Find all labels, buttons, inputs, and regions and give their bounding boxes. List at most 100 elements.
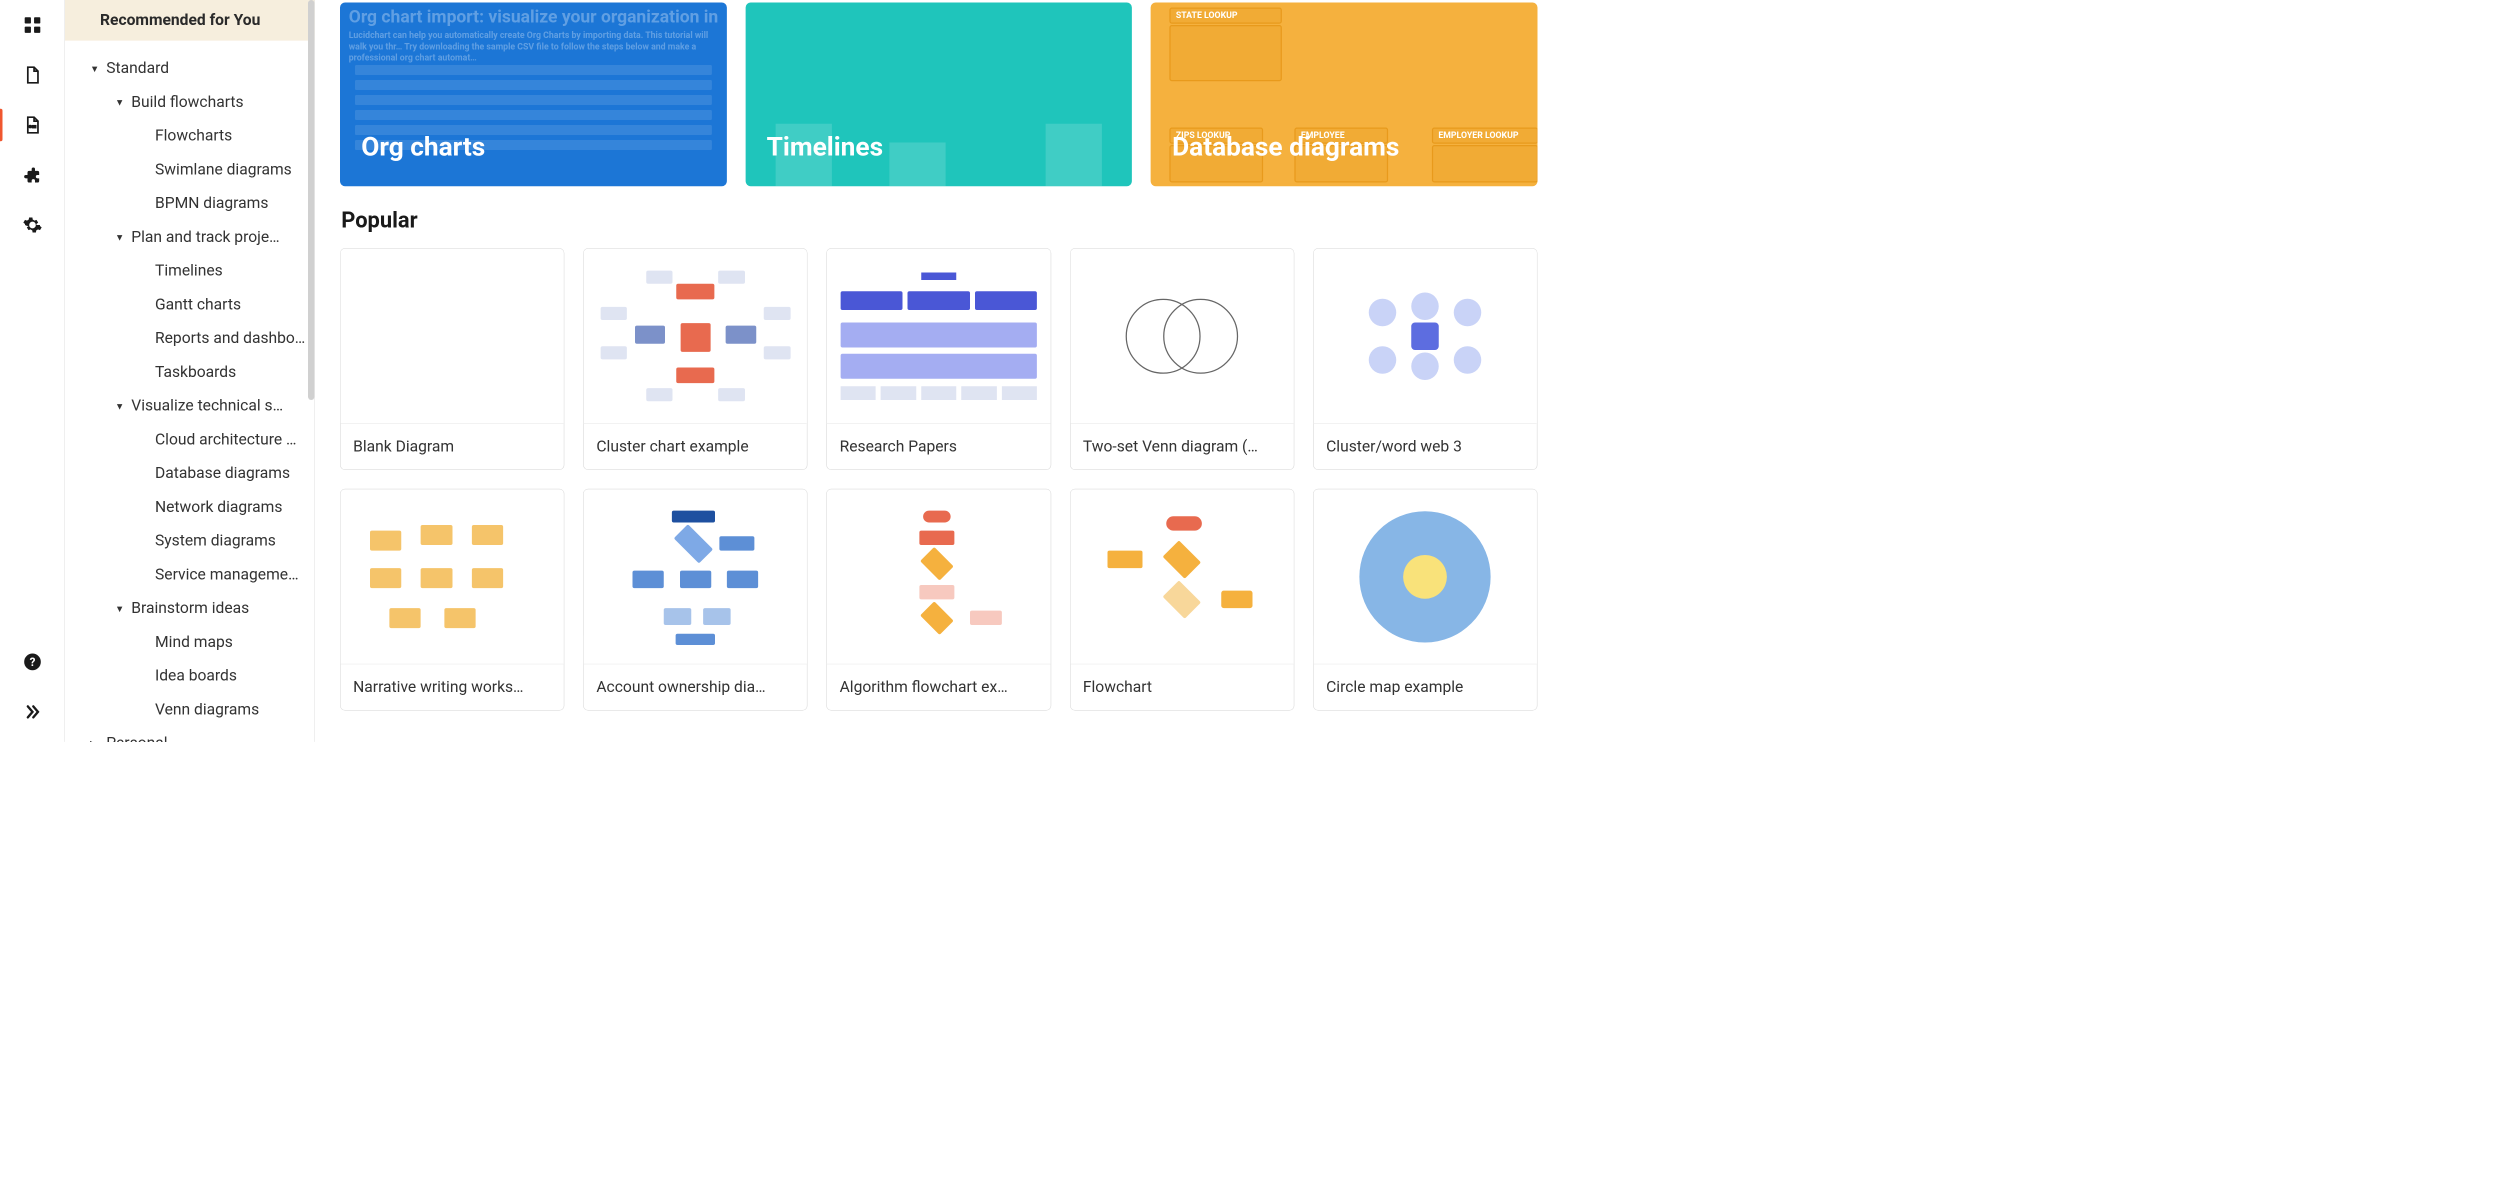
- tree-item-label: Gantt charts: [155, 296, 241, 315]
- template-card[interactable]: Account ownership dia…: [583, 489, 808, 711]
- tree-item-label: Plan and track proje…: [131, 228, 279, 247]
- tree-item[interactable]: Network diagrams: [65, 491, 314, 525]
- tree-item-label: Timelines: [155, 262, 223, 281]
- document-icon[interactable]: [20, 63, 45, 88]
- hero-bg-sub: Lucidchart can help you automatically cr…: [349, 30, 718, 64]
- tree-item[interactable]: Gantt charts: [65, 288, 314, 322]
- chevron-down-icon[interactable]: ▼: [115, 401, 131, 412]
- template-card[interactable]: Flowchart: [1070, 489, 1295, 711]
- template-label: Account ownership dia…: [584, 664, 807, 710]
- chevron-down-icon[interactable]: ▼: [90, 63, 106, 74]
- tree-item[interactable]: ▼Plan and track proje…: [65, 221, 314, 255]
- tree-item-label: Network diagrams: [155, 498, 282, 517]
- chevron-right-icon[interactable]: ▶: [90, 738, 106, 742]
- tree-item-label: Idea boards: [155, 667, 237, 686]
- hero-title: Org charts: [361, 132, 485, 163]
- template-label: Narrative writing works…: [341, 664, 564, 710]
- tree-item[interactable]: Flowcharts: [65, 119, 314, 153]
- tree-item[interactable]: ▼Standard: [65, 52, 314, 86]
- hero-org-charts[interactable]: Org chart import: visualize your organiz…: [340, 3, 727, 187]
- chevron-down-icon[interactable]: ▼: [115, 97, 131, 108]
- tree-item[interactable]: Swimlane diagrams: [65, 153, 314, 187]
- template-label: Research Papers: [827, 424, 1050, 470]
- tree-item-label: Reports and dashbo…: [155, 329, 305, 348]
- tree-item-label: BPMN diagrams: [155, 194, 268, 213]
- template-preview: [584, 489, 807, 664]
- tree-item[interactable]: ▶Personal: [65, 727, 314, 742]
- icon-rail: ?: [0, 0, 65, 742]
- expand-icon[interactable]: [20, 699, 45, 724]
- template-card[interactable]: Algorithm flowchart ex…: [826, 489, 1051, 711]
- category-tree: ▼Standard▼Build flowchartsFlowchartsSwim…: [65, 41, 314, 742]
- template-preview: [341, 489, 564, 664]
- tree-item[interactable]: Idea boards: [65, 659, 314, 693]
- tree-item[interactable]: Reports and dashbo…: [65, 322, 314, 356]
- tree-item[interactable]: Cloud architecture …: [65, 423, 314, 457]
- template-preview: [584, 249, 807, 424]
- template-preview: [827, 489, 1050, 664]
- template-grid-row-2: Narrative writing works… Account ownershi…: [340, 489, 1538, 711]
- template-card[interactable]: Circle map example: [1313, 489, 1538, 711]
- template-preview: [1070, 489, 1293, 664]
- template-label: Circle map example: [1314, 664, 1537, 710]
- template-preview: [341, 249, 564, 424]
- tree-item[interactable]: System diagrams: [65, 524, 314, 558]
- tree-item[interactable]: BPMN diagrams: [65, 187, 314, 221]
- tree-item-label: Venn diagrams: [155, 701, 259, 720]
- template-preview: [1070, 249, 1293, 424]
- template-label: Blank Diagram: [341, 424, 564, 470]
- svg-text:?: ?: [29, 655, 35, 669]
- tree-item[interactable]: Taskboards: [65, 356, 314, 390]
- sidebar-recommended[interactable]: Recommended for You: [65, 0, 314, 41]
- tree-item-label: System diagrams: [155, 532, 276, 551]
- gear-icon[interactable]: [20, 213, 45, 238]
- tree-item-label: Visualize technical s…: [131, 397, 283, 416]
- tree-item[interactable]: Database diagrams: [65, 457, 314, 491]
- template-card[interactable]: Two-set Venn diagram (…: [1070, 248, 1295, 470]
- tree-item-label: Build flowcharts: [131, 93, 243, 112]
- tree-item-label: Personal: [106, 734, 167, 742]
- puzzle-icon[interactable]: [20, 163, 45, 188]
- template-card[interactable]: Blank Diagram: [340, 248, 564, 470]
- tree-item-label: Cloud architecture …: [155, 431, 296, 450]
- tree-item[interactable]: Venn diagrams: [65, 693, 314, 727]
- hero-database[interactable]: STATE LOOKUP ZIPS LOOKUP EMPLOYEE EMPLOY…: [1151, 3, 1538, 187]
- tree-item-label: Database diagrams: [155, 464, 290, 483]
- chevron-down-icon[interactable]: ▼: [115, 232, 131, 243]
- template-card[interactable]: Narrative writing works…: [340, 489, 564, 711]
- template-label: Two-set Venn diagram (…: [1070, 424, 1293, 470]
- hero-row: Org chart import: visualize your organiz…: [340, 3, 1538, 187]
- tree-item-label: Swimlane diagrams: [155, 161, 292, 180]
- hero-title: Timelines: [767, 132, 883, 163]
- hero-title: Database diagrams: [1172, 132, 1399, 163]
- template-label: Cluster chart example: [584, 424, 807, 470]
- dashboard-icon[interactable]: [20, 13, 45, 38]
- template-icon[interactable]: [20, 113, 45, 138]
- tree-item-label: Service manageme…: [155, 566, 299, 585]
- template-label: Algorithm flowchart ex…: [827, 664, 1050, 710]
- template-card[interactable]: Cluster chart example: [583, 248, 808, 470]
- tree-item[interactable]: ▼Visualize technical s…: [65, 389, 314, 423]
- tree-item-label: Brainstorm ideas: [131, 599, 249, 618]
- main-content: Org chart import: visualize your organiz…: [315, 0, 1563, 742]
- template-grid-row-1: Blank Diagram Cluster chart example Resear…: [340, 248, 1538, 470]
- template-card[interactable]: Research Papers: [826, 248, 1051, 470]
- tree-item[interactable]: ▼Build flowcharts: [65, 86, 314, 120]
- tree-item-label: Standard: [106, 59, 169, 78]
- hero-timelines[interactable]: Timelines: [745, 3, 1132, 187]
- scrollbar[interactable]: [308, 0, 314, 400]
- sidebar: Recommended for You ▼Standard▼Build flow…: [65, 0, 315, 742]
- tree-item[interactable]: Timelines: [65, 254, 314, 288]
- tree-item[interactable]: Mind maps: [65, 626, 314, 660]
- template-preview: [1314, 489, 1537, 664]
- help-icon[interactable]: ?: [20, 649, 45, 674]
- tree-item[interactable]: Service manageme…: [65, 558, 314, 592]
- tree-item-label: Taskboards: [155, 363, 236, 382]
- tree-item[interactable]: ▼Brainstorm ideas: [65, 592, 314, 626]
- template-preview: [827, 249, 1050, 424]
- template-label: Cluster/word web 3: [1314, 424, 1537, 470]
- tree-item-label: Mind maps: [155, 633, 233, 652]
- chevron-down-icon[interactable]: ▼: [115, 603, 131, 614]
- template-label: Flowchart: [1070, 664, 1293, 710]
- template-card[interactable]: Cluster/word web 3: [1313, 248, 1538, 470]
